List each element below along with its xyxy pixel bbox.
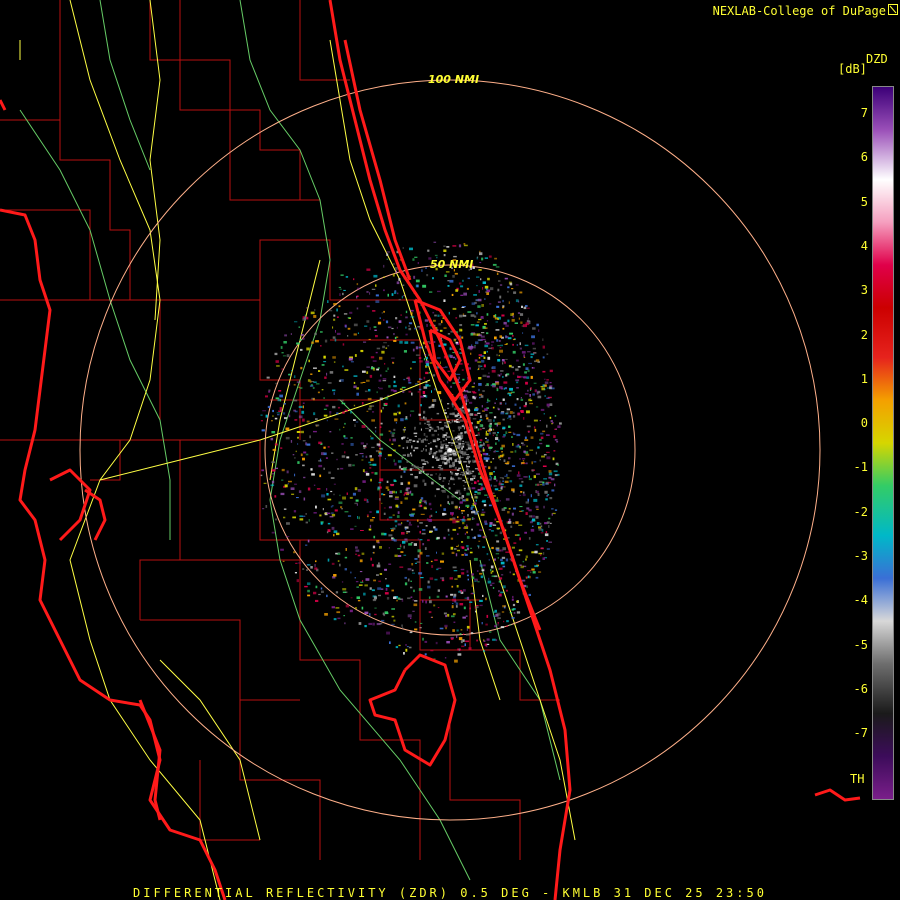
ring-label-100: 100 NMI (428, 73, 479, 86)
colorbar-tick: 4 (860, 238, 868, 253)
colorbar-tick: 2 (860, 327, 868, 342)
colorbar-tick: -2 (853, 504, 868, 519)
colorbar-tick: 5 (860, 194, 868, 209)
colorbar-tick: -5 (853, 637, 868, 652)
colorbar-tick: -6 (853, 681, 868, 696)
ring-label-50: 50 NMI (430, 258, 473, 271)
coastline (0, 0, 861, 900)
credit-text: NEXLAB-College of DuPage (712, 4, 886, 18)
colorbar-tick: 0 (860, 416, 868, 431)
county-borders (0, 0, 560, 860)
colorbar-threshold-label: TH (850, 772, 865, 786)
colorbar-tick: -7 (853, 726, 868, 741)
radar-site-marker (448, 448, 452, 452)
colorbar-tick: 7 (860, 106, 868, 120)
colorbar-product-code: DZD (866, 52, 888, 66)
colorbar-tick: -1 (853, 460, 868, 475)
product-footer: DIFFERENTIAL REFLECTIVITY (ZDR) 0.5 DEG … (133, 886, 767, 900)
colorbar-tick: 3 (860, 283, 868, 298)
radar-map: 100 NMI 50 NMI (0, 0, 861, 900)
colorbar-tick: 1 (860, 371, 868, 386)
colorbar-tick: -3 (853, 549, 868, 563)
colorbar (872, 86, 894, 800)
colorbar-unit: [dB] (838, 62, 867, 76)
colorbar-tick: 6 (860, 150, 868, 165)
colorbar-tick: -4 (853, 593, 868, 608)
radar-echoes (260, 241, 562, 663)
highway-lines (19, 0, 576, 900)
expand-icon[interactable] (888, 4, 898, 15)
